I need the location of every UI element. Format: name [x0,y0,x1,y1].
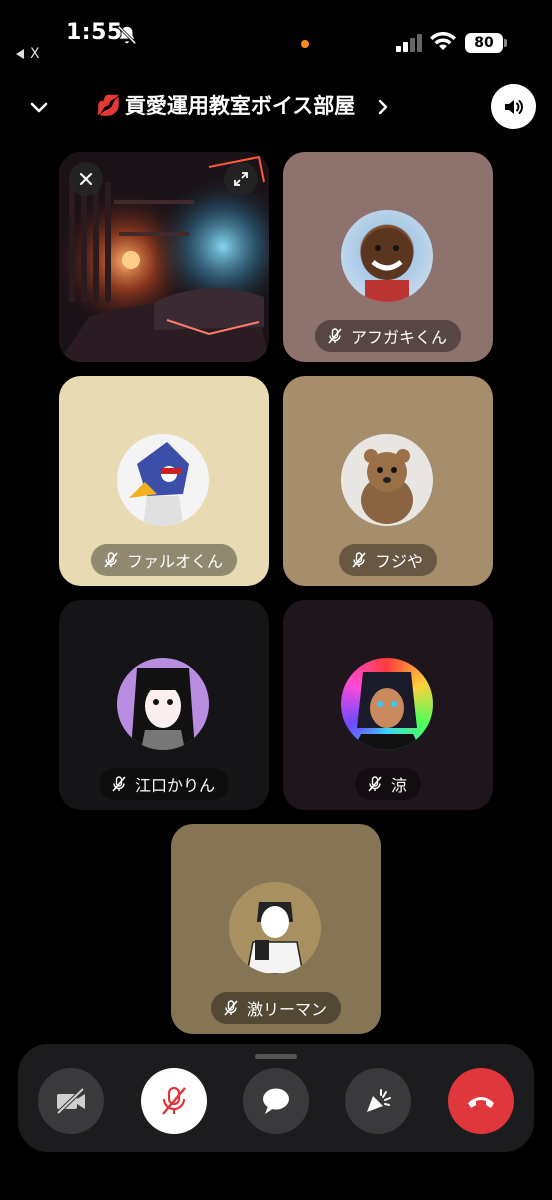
wifi-icon [430,32,456,50]
expand-video-button[interactable] [224,162,258,196]
expand-icon [234,172,248,186]
back-app-label: X [30,46,40,62]
phone-hangup-icon [468,1097,494,1108]
party-popper-icon [367,1089,391,1112]
avatar [341,210,433,302]
video-tile[interactable] [59,152,269,362]
mic-off-icon [104,552,118,568]
drag-handle[interactable] [255,1054,297,1059]
participant-name: 江口かりん [134,776,216,795]
participant-tile[interactable]: 激リーマン [171,824,381,1034]
battery-tip [504,39,507,47]
status-bar: 1:55 X 80 [0,0,552,70]
participant-tile[interactable]: ファルオくん [59,376,269,586]
room-title-text: 貢愛運用教室ボイス部屋 [124,94,356,118]
cellular-signal-icon [396,34,422,52]
mic-off-icon [162,1086,186,1115]
end-call-button[interactable] [448,1068,514,1134]
participant-name: ファルオくん [126,552,224,571]
participant-tile[interactable]: フジや [283,376,493,586]
mic-off-icon [368,776,382,792]
room-title[interactable]: 💋 貢愛運用教室ボイス部屋 [96,90,355,120]
avatar [229,882,321,974]
participant-name: アフガキくん [350,328,448,347]
minimize-chevron-icon[interactable] [28,96,50,118]
close-icon [80,173,92,185]
bell-muted-icon [117,25,137,45]
avatar [341,658,433,750]
participant-name: フジや [374,552,424,571]
mic-off-icon [352,552,366,568]
participant-name-pill: 涼 [354,768,422,800]
speaker-button[interactable] [491,84,536,129]
chat-button[interactable] [243,1068,309,1134]
participant-name-pill: フジや [338,544,438,576]
mic-off-icon [224,1000,238,1016]
battery-level: 80 [465,33,503,53]
mic-off-icon [328,328,342,344]
close-video-button[interactable] [69,162,103,196]
chevron-right-icon[interactable] [376,97,390,117]
participant-tile[interactable]: 涼 [283,600,493,810]
participant-name: 涼 [390,776,408,795]
back-triangle-icon [16,49,24,59]
participant-name-pill: ファルオくん [90,544,238,576]
clock: 1:55 [66,20,123,45]
reaction-button[interactable] [345,1068,411,1134]
participant-name-pill: 激リーマン [210,992,342,1024]
speaker-icon [504,99,523,114]
avatar [117,658,209,750]
room-emoji: 💋 [96,93,121,117]
participant-tile[interactable]: 江口かりん [59,600,269,810]
participant-name: 激リーマン [246,1000,328,1019]
back-to-app-link[interactable]: X [16,46,40,62]
avatar [341,434,433,526]
chat-bubble-icon [263,1088,289,1114]
avatar [117,434,209,526]
participant-name-pill: アフガキくん [314,320,462,352]
mic-in-use-indicator [301,40,309,48]
video-toggle-button[interactable] [38,1068,104,1134]
participant-tile[interactable]: アフガキくん [283,152,493,362]
participant-name-pill: 江口かりん [98,768,230,800]
mic-toggle-button[interactable] [141,1068,207,1134]
camera-off-icon [56,1087,85,1115]
mic-off-icon [112,776,126,792]
